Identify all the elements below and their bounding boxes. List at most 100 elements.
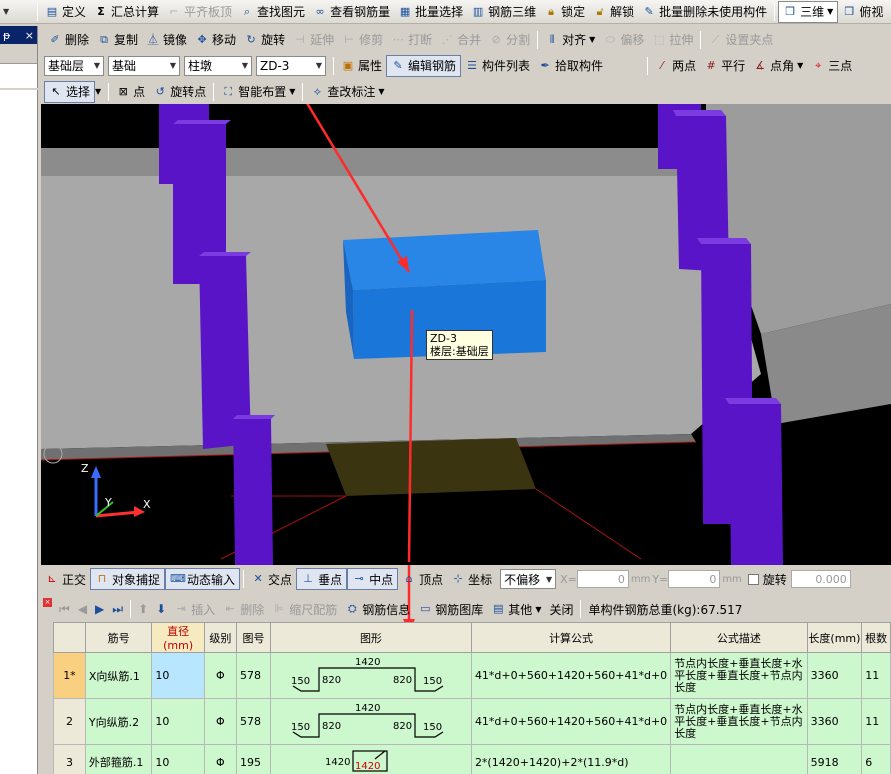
table-row[interactable]: 1* X向纵筋.1 10 Φ 578 150 820 1420 820 150 … bbox=[53, 652, 891, 699]
formula-cell[interactable]: 41*d+0+560+1420+560+41*d+0 bbox=[470, 698, 672, 745]
lock-button[interactable]: 🔒︎ 锁定 bbox=[540, 1, 589, 23]
merge-button[interactable]: ⋰ 合并 bbox=[436, 29, 485, 51]
x-coord-input[interactable]: 0 bbox=[576, 570, 629, 588]
row-number[interactable]: 2 bbox=[53, 698, 86, 745]
row-number[interactable]: 3 bbox=[53, 744, 86, 774]
col-header-diameter[interactable]: 直径(mm) bbox=[151, 622, 205, 653]
rebar-name-cell[interactable]: 外部箍筋.1 bbox=[84, 744, 153, 774]
next-record-button[interactable]: ▶ bbox=[91, 598, 108, 620]
midpoint-button[interactable]: ⊸ 中点 bbox=[347, 568, 399, 590]
description-cell[interactable]: 节点内长度+垂直长度+水平长度+垂直长度+节点内长度 bbox=[670, 652, 808, 699]
count-cell[interactable]: 11 bbox=[861, 698, 891, 745]
shape-no-cell[interactable]: 195 bbox=[235, 744, 271, 774]
count-cell[interactable]: 6 bbox=[861, 744, 891, 774]
two-points-button[interactable]: ⁄ 两点 bbox=[651, 55, 700, 77]
definition-button[interactable]: ▤ 定义 bbox=[41, 1, 90, 23]
set-grip-button[interactable]: ⟋ 设置夹点 bbox=[704, 29, 777, 51]
delete-button[interactable]: ✐ 删除 bbox=[44, 29, 93, 51]
pick-component-button[interactable]: ✒ 拾取构件 bbox=[534, 55, 607, 77]
view-rebar-qty-button[interactable]: ∞ 查看钢筋量 bbox=[309, 1, 394, 23]
extend-button[interactable]: ⊣ 延伸 bbox=[289, 29, 338, 51]
col-header-description[interactable]: 公式描述 bbox=[670, 622, 808, 653]
shape-no-cell[interactable]: 578 bbox=[235, 698, 271, 745]
grade-cell[interactable]: Φ bbox=[203, 744, 237, 774]
col-header-count[interactable]: 根数 bbox=[861, 622, 891, 653]
batch-select-button[interactable]: ▦ 批量选择 bbox=[394, 1, 467, 23]
diameter-cell[interactable]: 10 bbox=[151, 652, 205, 699]
shape-no-cell[interactable]: 578 bbox=[235, 652, 271, 699]
close-rebar-button[interactable]: 关闭 bbox=[545, 598, 577, 620]
shape-cell[interactable]: 150 820 1420 820 150 bbox=[269, 698, 472, 745]
move-button[interactable]: ✥ 移动 bbox=[191, 29, 240, 51]
move-up-button[interactable]: ⬆ bbox=[134, 598, 152, 620]
shape-cell[interactable]: 1420 1420 bbox=[269, 744, 472, 774]
length-cell[interactable]: 3360 bbox=[806, 698, 863, 745]
formula-cell[interactable]: 41*d+0+560+1420+560+41*d+0 bbox=[470, 652, 672, 699]
rotate-point-button[interactable]: ↺ 旋转点 bbox=[149, 81, 210, 103]
col-header-shape-no[interactable]: 图号 bbox=[235, 622, 271, 653]
top-view-button[interactable]: ❒ 俯视 bbox=[838, 1, 887, 23]
insert-button[interactable]: ⇥ 插入 bbox=[170, 598, 219, 620]
col-header-length[interactable]: 长度(mm) bbox=[806, 622, 863, 653]
mirror-button[interactable]: ⏅ 镜像 bbox=[142, 29, 191, 51]
left-dropdown[interactable]: ▼ bbox=[0, 2, 30, 22]
prev-record-button[interactable]: ◀ bbox=[74, 598, 91, 620]
offset-button[interactable]: ⬭ 偏移 bbox=[599, 29, 648, 51]
other-dropdown[interactable]: ▤ 其他 ▼ bbox=[487, 598, 545, 620]
rotate-checkbox[interactable] bbox=[747, 573, 759, 585]
floor-select[interactable]: 基础层 ▼ bbox=[44, 55, 104, 76]
close-icon[interactable]: × bbox=[25, 29, 34, 42]
three-points-button[interactable]: ⌖ 三点 bbox=[807, 55, 856, 77]
smart-layout-dropdown[interactable]: ⛶ 智能布置 ▼ bbox=[217, 81, 299, 103]
align-dropdown[interactable]: ⫴ 对齐 ▼ bbox=[541, 29, 599, 51]
coordinate-button[interactable]: ⊹ 坐标 bbox=[447, 568, 496, 590]
break-button[interactable]: ⋯ 打断 bbox=[387, 29, 436, 51]
perpendicular-button[interactable]: ⊥ 垂点 bbox=[296, 568, 348, 590]
object-snap-button[interactable]: ⊓ 对象捕捉 bbox=[90, 568, 166, 590]
grade-cell[interactable]: Φ bbox=[203, 698, 237, 745]
diameter-cell[interactable]: 10 bbox=[151, 698, 205, 745]
batch-delete-button[interactable]: ✎ 批量删除未使用构件 bbox=[638, 1, 771, 23]
move-down-button[interactable]: ⬇ bbox=[152, 598, 170, 620]
description-cell[interactable] bbox=[670, 744, 808, 774]
dynamic-input-button[interactable]: ⌨ 动态输入 bbox=[165, 568, 241, 590]
rebar-library-button[interactable]: ▭ 钢筋图库 bbox=[414, 598, 487, 620]
find-element-button[interactable]: ⌕ 查找图元 bbox=[236, 1, 309, 23]
length-cell[interactable]: 3360 bbox=[806, 652, 863, 699]
scale-rebar-button[interactable]: ⊫ 缩尺配筋 bbox=[268, 598, 341, 620]
stretch-button[interactable]: ⬚ 拉伸 bbox=[648, 29, 697, 51]
last-record-button[interactable]: ⏭ bbox=[108, 598, 127, 620]
component-list-button[interactable]: ☰ 构件列表 bbox=[461, 55, 534, 77]
col-header-formula[interactable]: 计算公式 bbox=[470, 622, 672, 653]
split-button[interactable]: ⊘ 分割 bbox=[485, 29, 534, 51]
rebar-name-cell[interactable]: Y向纵筋.2 bbox=[84, 698, 153, 745]
col-header-name[interactable]: 筋号 bbox=[84, 622, 153, 653]
unlock-button[interactable]: 🔓︎ 解锁 bbox=[589, 1, 638, 23]
modify-annotation-dropdown[interactable]: ⟡ 查改标注 ▼ bbox=[306, 81, 388, 103]
parallel-button[interactable]: # 平行 bbox=[700, 55, 749, 77]
row-number[interactable]: 1* bbox=[53, 652, 86, 699]
rebar-name-cell[interactable]: X向纵筋.1 bbox=[84, 652, 153, 699]
rotate-input[interactable]: 0.000 bbox=[790, 570, 851, 588]
count-cell[interactable]: 11 bbox=[861, 652, 891, 699]
trim-button[interactable]: ⊢ 修剪 bbox=[338, 29, 387, 51]
column[interactable] bbox=[729, 404, 783, 565]
summary-calc-button[interactable]: Σ 汇总计算 bbox=[90, 1, 163, 23]
copy-button[interactable]: ⧉ 复制 bbox=[93, 29, 142, 51]
delete-row-button[interactable]: ⇤ 删除 bbox=[219, 598, 268, 620]
first-record-button[interactable]: ⏮ bbox=[55, 598, 74, 620]
point-angle-button[interactable]: ∡ 点角 ▼ bbox=[749, 55, 807, 77]
length-cell[interactable]: 5918 bbox=[806, 744, 863, 774]
view-mode-dropdown[interactable]: ❒ 三维 ▼ bbox=[778, 0, 839, 23]
rebar-info-button[interactable]: ⛭ 钢筋信息 bbox=[341, 598, 414, 620]
col-header-grade[interactable]: 级别 bbox=[203, 622, 237, 653]
component-type-select[interactable]: 柱墩 ▼ bbox=[184, 55, 252, 76]
col-header-shape[interactable]: 图形 bbox=[269, 622, 472, 653]
vertex-button[interactable]: ⌂ 顶点 bbox=[398, 568, 447, 590]
offset-mode-select[interactable]: 不偏移 ▼ bbox=[500, 569, 557, 589]
edit-rebar-button[interactable]: ✎ 编辑钢筋 bbox=[386, 54, 462, 77]
category-select[interactable]: 基础 ▼ bbox=[108, 55, 180, 76]
table-row[interactable]: 2 Y向纵筋.2 10 Φ 578 150 820 1420 820 150 4… bbox=[53, 698, 891, 745]
intersection-button[interactable]: ✕ 交点 bbox=[247, 568, 296, 590]
point-button[interactable]: ⊠ 点 bbox=[112, 81, 149, 103]
